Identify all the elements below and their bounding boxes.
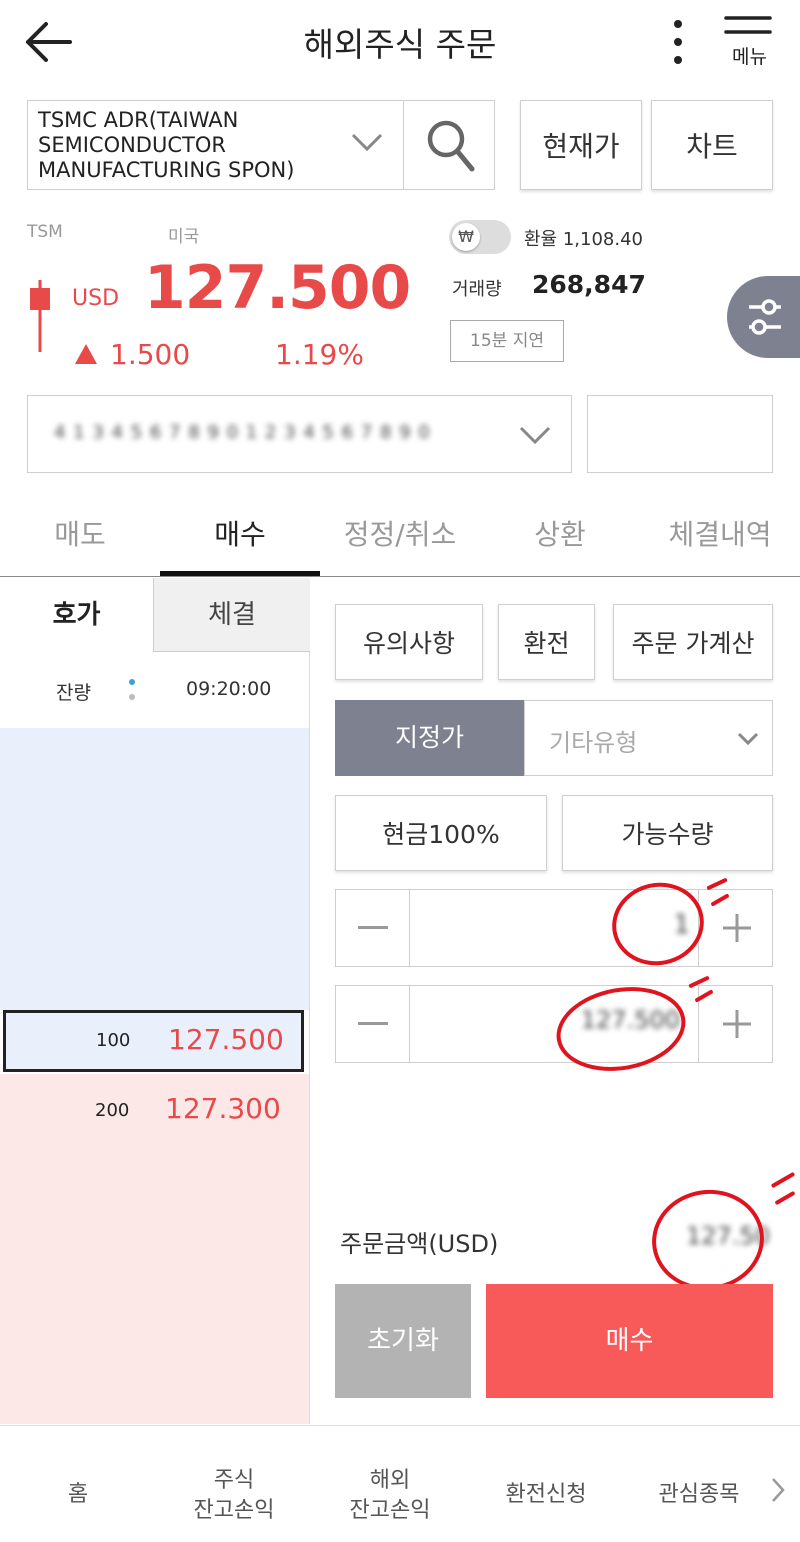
tab-executions[interactable]: 체결내역 [640, 513, 800, 553]
buy-submit-button[interactable]: 매수 [486, 1284, 773, 1398]
menu-label: 메뉴 [732, 46, 767, 68]
row-price: 127.300 [165, 1092, 281, 1125]
status-dots-icon [128, 678, 136, 706]
nav-exchange-request[interactable]: 환전신청 [468, 1426, 624, 1542]
nav-label: 잔고손익 [193, 1498, 275, 1523]
account-password-input[interactable] [587, 395, 773, 473]
bottom-nav: 홈 주식 잔고손익 해외 잔고손익 환전신청 관심종목 [0, 1425, 800, 1542]
limit-order-button[interactable]: 지정가 [335, 700, 524, 776]
stock-name: TSMC ADR(TAIWAN SEMICONDUCTOR MANUFACTUR… [38, 108, 295, 182]
current-price-button[interactable]: 현재가 [520, 100, 642, 190]
plus-icon [723, 914, 751, 942]
price-stepper: 127.500 [335, 985, 773, 1063]
quantity-decrement-button[interactable] [336, 890, 410, 966]
available-qty-button[interactable]: 가능수량 [562, 795, 773, 871]
price-decrement-button[interactable] [336, 986, 410, 1062]
currency-label: USD [72, 286, 120, 311]
back-arrow-icon[interactable] [22, 18, 74, 66]
fx-rate: 환율 1,108.40 [524, 229, 643, 250]
nav-label: 홈 [67, 1482, 89, 1507]
notice-button[interactable]: 유의사항 [335, 604, 483, 680]
annotation-tick [774, 1190, 796, 1206]
delay-badge: 15분 지연 [450, 320, 564, 362]
volume-label: 거래량 [452, 279, 502, 300]
annotation-circle [645, 1182, 771, 1298]
nav-watchlist[interactable]: 관심종목 [624, 1426, 774, 1542]
menu-icon[interactable]: 메뉴 [722, 16, 782, 68]
other-type-label: 기타유형 [549, 729, 638, 757]
tab-buy[interactable]: 매수 [160, 513, 320, 553]
stock-search-button[interactable] [403, 100, 495, 190]
price-change: 1.500 [110, 338, 191, 371]
current-price: 127.500 [144, 253, 411, 323]
annotation-tick [770, 1171, 796, 1189]
row-price: 127.500 [168, 1023, 284, 1056]
nav-label: 관심종목 [658, 1482, 740, 1507]
chart-button[interactable]: 차트 [651, 100, 773, 190]
tab-active-indicator [160, 571, 320, 576]
header: 해외주식 주문 메뉴 [0, 0, 800, 85]
orderbook-panel: 호가 체결 잔량 09:20:00 100 127.500 200 127.30… [0, 578, 310, 1424]
market-label: 미국 [168, 227, 200, 247]
nav-label: 주식 [213, 1468, 255, 1493]
quantity-stepper: 1 [335, 889, 773, 967]
chevron-right-icon[interactable] [770, 1476, 786, 1508]
tab-sell[interactable]: 매도 [0, 513, 160, 553]
sliders-icon [745, 294, 785, 344]
orderbook-tab-trades[interactable]: 체결 [153, 578, 310, 652]
more-vertical-icon[interactable] [668, 18, 688, 66]
nav-label: 잔고손익 [349, 1498, 431, 1523]
chevron-down-icon [350, 131, 384, 157]
nav-home[interactable]: 홈 [0, 1426, 156, 1542]
orderbook-time: 09:20:00 [186, 678, 272, 700]
nav-label: 환전신청 [505, 1482, 587, 1507]
account-number: 4 1 3 4 5 6 7 8 9 0 1 2 3 4 5 6 7 8 9 0 [54, 422, 431, 443]
nav-stock-balance[interactable]: 주식 잔고손익 [156, 1426, 312, 1542]
cash-100-button[interactable]: 현금100% [335, 795, 547, 871]
other-order-type-select[interactable]: 기타유형 [524, 700, 773, 776]
quantity-increment-button[interactable] [698, 890, 773, 966]
order-tabs: 매도 매수 정정/취소 상환 체결내역 [0, 495, 800, 577]
volume-value: 268,847 [532, 270, 646, 299]
row-qty: 100 [96, 1030, 131, 1051]
search-icon [426, 119, 476, 177]
ticker: TSM [27, 222, 63, 242]
page-title: 해외주식 주문 [303, 25, 497, 64]
order-amount-label: 주문금액(USD) [340, 1230, 499, 1258]
chevron-down-icon [737, 731, 759, 751]
minus-icon [358, 1022, 388, 1025]
plus-icon [723, 1010, 751, 1038]
exchange-button[interactable]: 환전 [498, 604, 595, 680]
stock-select[interactable]: TSMC ADR(TAIWAN SEMICONDUCTOR MANUFACTUR… [27, 100, 404, 190]
nav-label: 해외 [369, 1468, 411, 1493]
chevron-down-icon [518, 424, 552, 450]
price-change-pct: 1.19% [275, 338, 364, 371]
bid-area [0, 728, 309, 1010]
fx-toggle[interactable]: ₩ [449, 220, 511, 254]
orderbook-tab-quotes[interactable]: 호가 [0, 578, 153, 652]
price-increment-button[interactable] [698, 986, 773, 1062]
up-arrow-icon [74, 343, 98, 369]
orderbook-row[interactable]: 200 127.300 [3, 1078, 304, 1140]
filter-settings-button[interactable] [727, 276, 800, 358]
row-qty: 200 [95, 1100, 130, 1121]
tab-modify-cancel[interactable]: 정정/취소 [320, 513, 480, 553]
remain-label: 잔량 [56, 682, 91, 704]
minus-icon [358, 926, 388, 929]
candle-icon [29, 280, 51, 352]
tab-repay[interactable]: 상환 [480, 513, 640, 553]
account-select[interactable]: 4 1 3 4 5 6 7 8 9 0 1 2 3 4 5 6 7 8 9 0 [27, 395, 572, 473]
nav-overseas-balance[interactable]: 해외 잔고손익 [312, 1426, 468, 1542]
won-icon: ₩ [452, 223, 480, 251]
reset-button[interactable]: 초기화 [335, 1284, 471, 1398]
order-calculator-button[interactable]: 주문 가계산 [613, 604, 773, 680]
orderbook-row-selected[interactable]: 100 127.500 [3, 1010, 304, 1072]
